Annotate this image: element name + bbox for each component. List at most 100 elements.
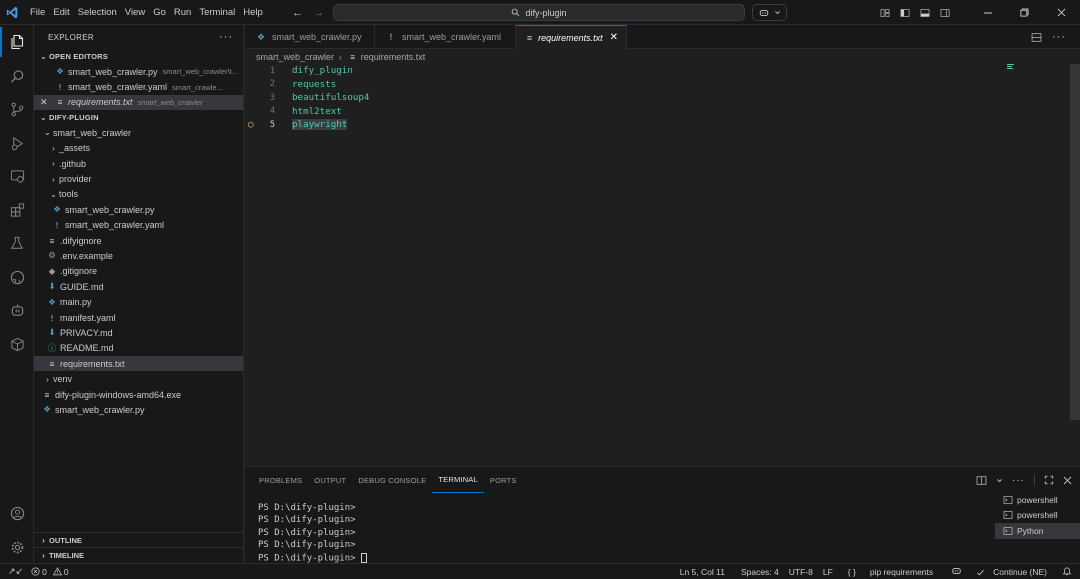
- tab-smart-web-crawler-py[interactable]: ❖ smart_web_crawler.py: [245, 25, 375, 49]
- tree-file[interactable]: ⬇ PRIVACY.md: [34, 325, 243, 340]
- terminal-item-powershell[interactable]: powershell: [995, 508, 1080, 524]
- run-debug-activity[interactable]: [0, 128, 34, 158]
- search-activity[interactable]: [0, 61, 34, 91]
- breadcrumb-folder[interactable]: smart_web_crawler: [256, 52, 334, 62]
- copilot-chat-activity[interactable]: [0, 295, 34, 325]
- close-window-button[interactable]: [1043, 0, 1080, 25]
- menu-selection[interactable]: Selection: [74, 0, 121, 25]
- tab-ports[interactable]: PORTS: [484, 467, 523, 493]
- timeline-section[interactable]: › TIMELINE: [34, 547, 244, 563]
- tree-file[interactable]: ⓘ README.md: [34, 341, 243, 356]
- accounts-activity[interactable]: [0, 498, 34, 528]
- restore-button[interactable]: [1006, 0, 1043, 25]
- explorer-activity[interactable]: [0, 27, 34, 57]
- tree-file[interactable]: ❖ smart_web_crawler.py: [34, 202, 243, 217]
- problems-status[interactable]: 0 0: [31, 566, 69, 577]
- extensions-activity[interactable]: [0, 195, 34, 225]
- source-control-activity[interactable]: [0, 94, 34, 124]
- tree-file[interactable]: ! manifest.yaml: [34, 310, 243, 325]
- end-of-line[interactable]: LF: [818, 567, 838, 577]
- tab-smart-web-crawler-yaml[interactable]: ! smart_web_crawler.yaml: [375, 25, 516, 49]
- tree-folder[interactable]: ⌄ tools: [34, 187, 243, 202]
- tree-file[interactable]: ≡ .difyignore: [34, 233, 243, 248]
- more-actions-icon[interactable]: ···: [1012, 475, 1025, 486]
- github-activity[interactable]: [0, 262, 34, 292]
- more-actions-icon[interactable]: ···: [219, 31, 233, 43]
- menu-terminal[interactable]: Terminal: [195, 0, 239, 25]
- tree-file[interactable]: ≡ dify-plugin-windows-amd64.exe: [34, 387, 243, 402]
- toggle-primary-sidebar-icon[interactable]: [900, 8, 910, 18]
- outline-section[interactable]: › OUTLINE: [34, 532, 244, 548]
- chevron-right-icon: ›: [52, 143, 55, 153]
- testing-activity[interactable]: [0, 228, 34, 258]
- menu-view[interactable]: View: [121, 0, 149, 25]
- menu-file[interactable]: File: [26, 0, 49, 25]
- open-editors-section[interactable]: ⌄ OPEN EDITORS: [34, 49, 243, 64]
- tree-folder[interactable]: › _assets: [34, 141, 243, 156]
- remote-indicator-icon[interactable]: ↗↙: [0, 566, 31, 577]
- forward-arrow-icon[interactable]: →: [313, 7, 324, 19]
- tab-requirements-txt[interactable]: ≡ requirements.txt ✕: [516, 25, 627, 49]
- more-actions-icon[interactable]: ···: [1052, 31, 1066, 43]
- minimap[interactable]: [1007, 64, 1015, 70]
- tree-file[interactable]: ❖ smart_web_crawler.py: [34, 402, 243, 417]
- notifications-bell-icon[interactable]: [1057, 566, 1080, 578]
- indentation[interactable]: Spaces: 4: [736, 567, 784, 577]
- manage-activity[interactable]: [0, 532, 34, 562]
- terminal-item-python[interactable]: Python: [995, 523, 1080, 539]
- remote-explorer-activity[interactable]: [0, 161, 34, 191]
- open-editor-item-active[interactable]: ✕ ≡ requirements.txt smart_web_crawler: [34, 94, 243, 111]
- markdown-file-icon: ⬇: [48, 281, 56, 292]
- split-terminal-icon[interactable]: [976, 475, 987, 486]
- customize-layout-icon[interactable]: [880, 8, 890, 18]
- tree-file[interactable]: ⬇ GUIDE.md: [34, 279, 243, 294]
- split-editor-icon[interactable]: [1031, 32, 1042, 43]
- menu-edit[interactable]: Edit: [49, 0, 73, 25]
- encoding[interactable]: UTF-8: [784, 567, 818, 577]
- menu-help[interactable]: Help: [239, 0, 267, 25]
- menu-run[interactable]: Run: [170, 0, 195, 25]
- error-count: 0: [42, 566, 47, 577]
- tree-file[interactable]: ! smart_web_crawler.yaml: [34, 218, 243, 233]
- breadcrumb-file[interactable]: requirements.txt: [361, 52, 426, 62]
- toggle-panel-icon[interactable]: [920, 8, 930, 18]
- scrollbar-thumb[interactable]: [1070, 64, 1080, 420]
- terminal-output[interactable]: PS D:\dify-plugin> PS D:\dify-plugin> PS…: [258, 503, 367, 565]
- open-editor-item[interactable]: ❖ smart_web_crawler.py smart_web_crawler…: [34, 64, 243, 79]
- back-arrow-icon[interactable]: ←: [292, 7, 303, 19]
- workspace-section[interactable]: ⌄ DIFY-PLUGIN: [34, 110, 243, 125]
- tree-folder[interactable]: › provider: [34, 171, 243, 186]
- close-icon[interactable]: [1063, 476, 1072, 485]
- copilot-button[interactable]: [752, 4, 787, 21]
- minimize-button[interactable]: [969, 0, 1006, 25]
- toggle-secondary-sidebar-icon[interactable]: [940, 8, 950, 18]
- chevron-down-icon[interactable]: [996, 477, 1003, 484]
- cursor-position[interactable]: Ln 5, Col 11: [675, 567, 730, 577]
- maximize-panel-icon[interactable]: [1044, 475, 1054, 485]
- close-tab-icon[interactable]: ✕: [610, 32, 618, 43]
- tab-debug-console[interactable]: DEBUG CONSOLE: [352, 467, 432, 493]
- containers-activity[interactable]: [0, 329, 34, 359]
- tab-output[interactable]: OUTPUT: [308, 467, 352, 493]
- continue-status[interactable]: Continue (NE): [971, 567, 1057, 577]
- tree-folder[interactable]: › venv: [34, 371, 243, 386]
- language-mode[interactable]: { } pip requirements: [838, 567, 943, 577]
- tab-problems[interactable]: PROBLEMS: [253, 467, 308, 493]
- editor-scrollbar[interactable]: [1070, 64, 1080, 420]
- tab-terminal[interactable]: TERMINAL: [432, 467, 484, 493]
- tree-file[interactable]: ⚙ .env.example: [34, 248, 243, 263]
- tree-file-selected[interactable]: ≡ requirements.txt: [34, 356, 243, 372]
- tree-file[interactable]: ◆ .gitignore: [34, 264, 243, 279]
- code-editor[interactable]: 1 dify_plugin 2 requests 3 beautifulsoup…: [245, 64, 1070, 464]
- python-file-icon: ❖: [256, 31, 266, 42]
- terminal-item-powershell[interactable]: powershell: [995, 492, 1080, 508]
- copilot-status-icon[interactable]: [946, 566, 967, 578]
- close-editor-icon[interactable]: ✕: [40, 97, 54, 108]
- menu-go[interactable]: Go: [149, 0, 170, 25]
- tree-folder[interactable]: ⌄ smart_web_crawler: [34, 125, 243, 140]
- command-center-search[interactable]: dify-plugin: [333, 4, 745, 21]
- tree-folder[interactable]: › .github: [34, 156, 243, 171]
- tree-file[interactable]: ❖ main.py: [34, 294, 243, 309]
- terminal-icon: [1003, 511, 1013, 519]
- open-editor-item[interactable]: ! smart_web_crawler.yaml smart_crawle...: [34, 79, 243, 94]
